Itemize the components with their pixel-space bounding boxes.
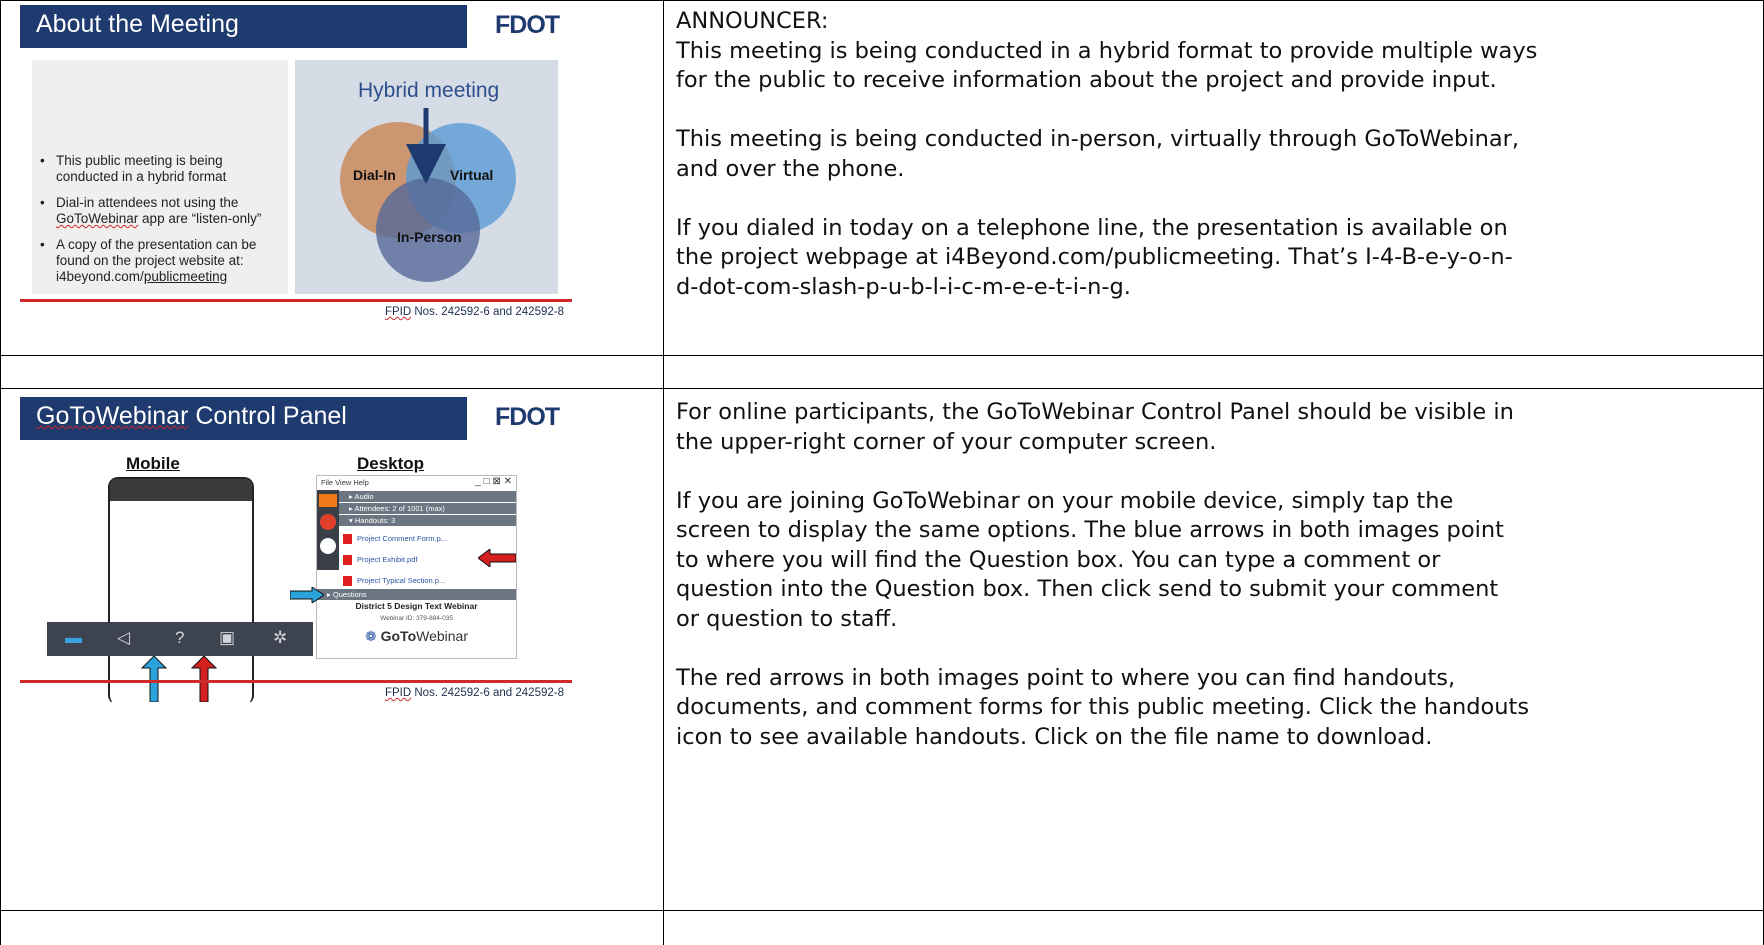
slide-control-panel: GoToWebinar Control Panel FDOT Mobile De… (20, 397, 572, 702)
table-column-divider (663, 0, 664, 945)
script-line: This meeting is being conducted in a hyb… (676, 37, 1538, 64)
panel-sidebar (317, 490, 339, 570)
table-border-top (0, 0, 1764, 1)
website-link[interactable]: publicmeeting (144, 269, 227, 284)
panel-row-audio[interactable]: ▸ Audio (339, 491, 516, 502)
bullet-item: Dial-in attendees not using the GoToWebi… (40, 195, 280, 227)
script-line: or question to staff. (676, 605, 898, 632)
script-line: screen to display the same options. The … (676, 517, 1504, 543)
table-border-left (0, 0, 1, 945)
fdot-logo: FDOT (467, 397, 572, 440)
table-row-divider (0, 910, 1764, 911)
handout-file[interactable]: Project Typical Section.p... (343, 576, 445, 587)
script-line: icon to see available handouts. Click on… (676, 723, 1433, 750)
script-line: and over the phone. (676, 155, 905, 182)
slide-divider (20, 299, 572, 302)
script-line: the project webpage at i4Beyond.com/publ… (676, 244, 1513, 270)
panel-row-handouts[interactable]: ▾ Handouts: 3 (339, 515, 516, 526)
script-line: If you are joining GoToWebinar on your m… (676, 487, 1454, 514)
desktop-label: Desktop (357, 454, 425, 473)
script-line: the upper-right corner of your computer … (676, 428, 1217, 455)
fdot-logo: FDOT (467, 5, 572, 48)
script-line: If you dialed in today on a telephone li… (676, 214, 1508, 241)
venn-label-dial-in: Dial-In (353, 167, 396, 183)
table-row-divider (0, 388, 1764, 389)
venn-diagram: Dial-In Virtual In-Person (340, 108, 516, 282)
panel-menu-bar: File View Help _ □ ⊠ ✕ (317, 476, 516, 490)
script-line: ANNOUNCER: (676, 8, 829, 34)
desktop-red-arrow-icon (478, 549, 516, 567)
mobile-label: Mobile (126, 454, 180, 473)
screen-share-icon[interactable] (320, 538, 336, 554)
mobile-arrows (140, 656, 218, 702)
screen-icon[interactable]: ▬ (65, 628, 82, 648)
desktop-blue-arrow-icon (290, 587, 324, 603)
script-line: For online participants, the GoToWebinar… (676, 399, 1514, 425)
panel-row-attendees[interactable]: ▸ Attendees: 2 of 1001 (max) (339, 503, 516, 514)
bullet-list: This public meeting is being conducted i… (40, 153, 280, 295)
slide-footer: FPID Nos. 242592-6 and 242592-8 (384, 687, 564, 699)
fdot-logo-text: FDOT (495, 11, 560, 39)
pdf-icon (343, 534, 352, 545)
table-row-divider (0, 355, 1764, 356)
slide-title: About the Meeting (36, 10, 239, 38)
announcer-script-1: ANNOUNCER: This meeting is being conduct… (676, 7, 1756, 302)
gotowebinar-brand: ❁ GoToWebinar (364, 628, 469, 644)
pdf-icon (343, 576, 352, 587)
webinar-id: Webinar ID: 379-884-035 (380, 615, 453, 622)
handout-icon[interactable]: ▣ (219, 628, 235, 648)
handout-file[interactable]: Project Comment Form.p... (343, 534, 447, 545)
script-line: question into the Question box. Then cli… (676, 576, 1499, 602)
blue-arrow-icon (140, 656, 168, 702)
red-arrow-icon (190, 656, 218, 702)
webinar-title: District 5 Design Text Webinar (355, 601, 478, 611)
script-line: The red arrows in both images point to w… (676, 664, 1456, 691)
fdot-logo-text: FDOT (495, 403, 560, 431)
script-line: d-dot-com-slash-p-u-b-l-i-c-m-e-e-t-i-n-… (676, 273, 1131, 300)
gotowebinar-logo-icon: ❁ (364, 628, 377, 644)
panel-row-questions[interactable]: ▸ Questions (317, 589, 516, 600)
window-controls-icon[interactable]: _ □ ⊠ ✕ (475, 476, 512, 487)
script-line: This meeting is being conducted in-perso… (676, 126, 1520, 152)
venn-label-virtual: Virtual (450, 167, 493, 183)
exit-icon[interactable] (319, 494, 337, 507)
handout-file[interactable]: Project Exhibit.pdf (343, 555, 417, 566)
script-line: for the public to receive information ab… (676, 67, 1497, 93)
pdf-icon (343, 555, 352, 566)
venn-label-in-person: In-Person (397, 229, 462, 245)
mobile-toolbar: ▬ ◁ ? ▣ ✲ (47, 622, 313, 656)
bullet-item: A copy of the presentation can be found … (40, 237, 280, 285)
announcer-script-2: For online participants, the GoToWebinar… (676, 398, 1756, 752)
question-icon[interactable]: ? (175, 628, 184, 648)
slide-title: GoToWebinar Control Panel (36, 402, 347, 430)
phone-status-bar (110, 479, 252, 501)
slide-about-the-meeting: About the Meeting FDOT This public meeti… (20, 5, 572, 323)
script-line: documents, and comment forms for this pu… (676, 694, 1530, 720)
gotowebinar-panel: File View Help _ □ ⊠ ✕ ▸ Audio ▸ Attende… (316, 475, 517, 659)
slide-divider (20, 680, 572, 683)
bullet-item: This public meeting is being conducted i… (40, 153, 280, 185)
slide-footer: FPID Nos. 242592-6 and 242592-8 (384, 306, 564, 318)
script-line: to where you will find the Question box.… (676, 546, 1441, 573)
gear-icon[interactable]: ✲ (273, 628, 287, 648)
mic-icon[interactable] (320, 514, 336, 530)
speaker-icon[interactable]: ◁ (117, 628, 130, 648)
